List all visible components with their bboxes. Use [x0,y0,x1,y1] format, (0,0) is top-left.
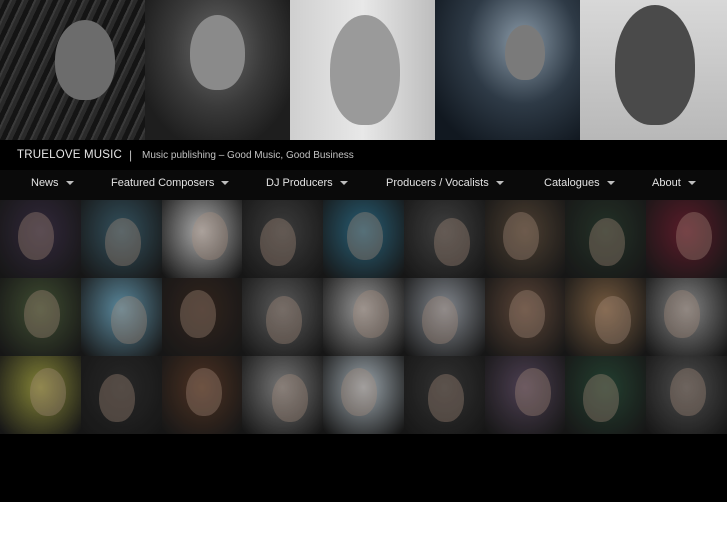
artist-face [18,212,54,260]
artist-photo-tile[interactable] [0,278,81,356]
hero-photo-strip [0,0,727,140]
artist-photo-tile[interactable] [403,278,485,356]
chevron-down-icon [606,181,615,186]
artist-face [670,368,707,416]
nav-item-label: DJ Producers [266,177,333,189]
artist-face [676,212,713,260]
artist-photo-tile[interactable] [323,356,404,434]
nav-item-dj-producers[interactable]: DJ Producers [266,177,348,189]
chevron-down-icon [495,181,504,186]
artist-photo-tile[interactable] [161,278,243,356]
chevron-down-icon [65,181,74,186]
artist-face [664,290,701,338]
nav-item-catalogues[interactable]: Catalogues [544,177,615,189]
hero-photo-3[interactable] [290,0,435,140]
artist-face [514,368,551,416]
hero-photo-5[interactable] [580,0,727,140]
artist-face [266,296,303,344]
chevron-down-icon [221,181,230,186]
artist-photo-tile[interactable] [484,278,566,356]
artist-face [502,212,539,260]
artist-photo-tile[interactable] [0,200,81,278]
chevron-down-icon [687,181,696,186]
artist-face [433,218,470,266]
artist-photo-tile[interactable] [646,200,727,278]
artist-photo-tile[interactable] [646,278,727,356]
artist-face [179,290,216,338]
artist-face [260,218,297,266]
artist-photo-tile[interactable] [242,200,324,278]
artist-face [272,374,309,422]
nav-item-label: Featured Composers [111,177,215,189]
nav-item-label: About [652,177,681,189]
artist-face [427,374,464,422]
site-tagline: Music publishing – Good Music, Good Busi… [142,150,354,161]
nav-item-featured-composers[interactable]: Featured Composers [111,177,230,189]
nav-item-label: Catalogues [544,177,600,189]
hero-photo-1[interactable] [0,0,145,140]
artist-face [110,296,147,344]
artist-face [353,290,390,338]
artist-face [583,374,620,422]
nav-item-producers-vocalists[interactable]: Producers / Vocalists [386,177,504,189]
hero-photo-2[interactable] [145,0,290,140]
nav-item-news[interactable]: News [31,177,74,189]
artist-face [421,296,458,344]
artist-photo-tile[interactable] [403,356,485,434]
site-header: TRUELOVE MUSIC | Music publishing – Good… [0,140,727,170]
artist-photo-tile[interactable] [323,200,404,278]
artist-photo-tile[interactable] [80,356,162,434]
artist-face [595,296,632,344]
artist-photo-tile[interactable] [323,278,404,356]
chevron-down-icon [339,181,348,186]
artist-photo-grid [0,200,727,434]
artist-photo-tile[interactable] [403,200,485,278]
hero-photo-4[interactable] [435,0,580,140]
artist-photo-tile[interactable] [646,356,727,434]
title-separator: | [129,148,133,162]
artist-face [341,368,378,416]
artist-photo-tile[interactable] [565,278,647,356]
artist-face [30,368,66,416]
nav-item-label: Producers / Vocalists [386,177,489,189]
artist-photo-tile[interactable] [242,278,324,356]
artist-face [589,218,626,266]
artist-face [508,290,545,338]
page-background: TRUELOVE MUSIC | Music publishing – Good… [0,0,727,502]
artist-face [347,212,384,260]
artist-face [24,290,60,338]
artist-face [104,218,141,266]
artist-face [185,368,222,416]
artist-photo-tile[interactable] [242,356,324,434]
nav-item-label: News [31,177,59,189]
artist-face [191,212,228,260]
artist-photo-tile[interactable] [484,356,566,434]
artist-photo-tile[interactable] [80,278,162,356]
site-title[interactable]: TRUELOVE MUSIC [17,149,122,161]
artist-photo-tile[interactable] [565,200,647,278]
artist-face [98,374,135,422]
artist-photo-tile[interactable] [0,356,81,434]
artist-photo-tile[interactable] [161,200,243,278]
nav-item-about[interactable]: About [652,177,696,189]
artist-photo-tile[interactable] [80,200,162,278]
page-bottom-area [0,434,727,502]
artist-photo-tile[interactable] [484,200,566,278]
main-nav: News Featured Composers DJ Producers Pro… [0,170,727,200]
artist-photo-tile[interactable] [161,356,243,434]
artist-photo-tile[interactable] [565,356,647,434]
